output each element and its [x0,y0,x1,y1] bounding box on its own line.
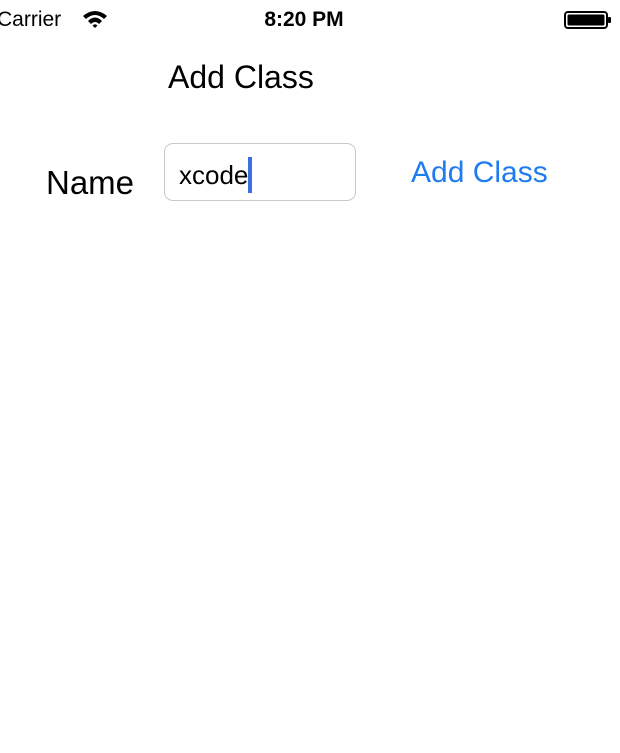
status-time: 8:20 PM [264,8,344,31]
name-input[interactable]: xcode [164,143,356,201]
name-input-value: xcode [179,160,249,190]
battery-icon [564,10,612,30]
page-title: Add Class [168,59,314,95]
name-label: Name [46,164,135,201]
status-bar: Carrier 8:20 PM [0,0,620,40]
add-class-button[interactable]: Add Class [411,154,548,192]
name-input-wrapper: xcode [179,157,253,193]
text-caret [248,157,253,193]
